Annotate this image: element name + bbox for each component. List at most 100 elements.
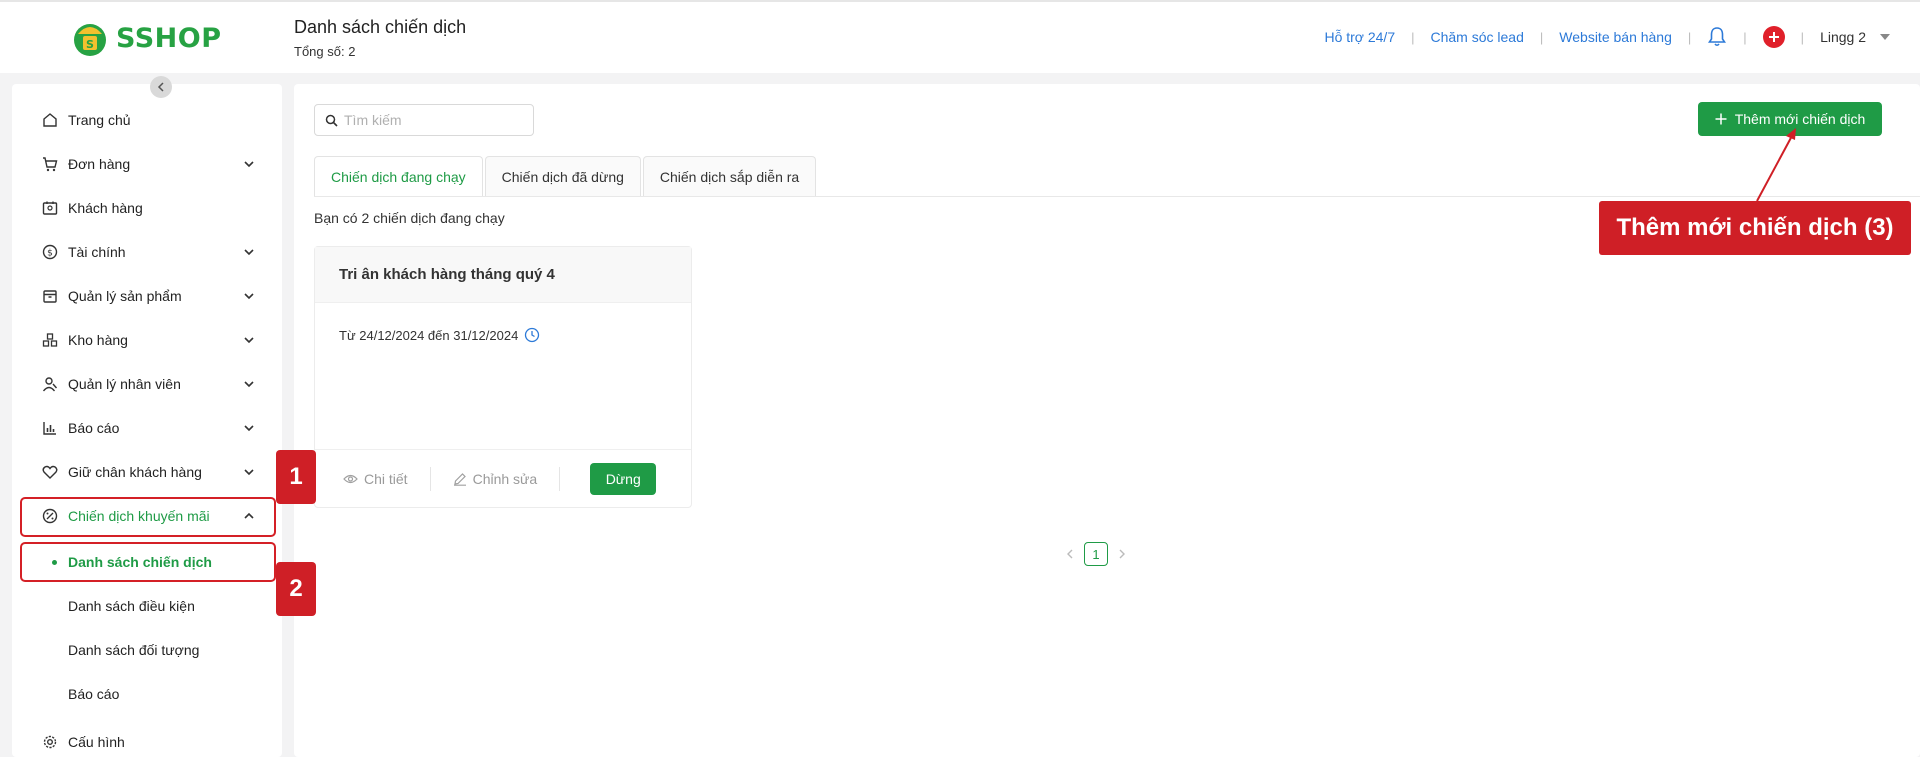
chevron-down-icon: [244, 249, 254, 256]
step-badge-2: 2: [276, 562, 316, 616]
sidebar-item-retention[interactable]: Giữ chân khách hàng: [12, 454, 282, 490]
sidebar-item-label: Quản lý nhân viên: [68, 376, 181, 392]
page-title: Danh sách chiến dịch: [294, 17, 467, 37]
sidebar-item-label: Tài chính: [68, 244, 126, 260]
highlight-promotions: [20, 497, 276, 537]
campaign-card-actions: Chi tiết Chỉnh sửa Dừng: [315, 449, 691, 507]
sidebar-item-orders[interactable]: Đơn hàng: [12, 146, 282, 182]
logo-icon: S: [74, 24, 106, 56]
sales-website-link[interactable]: Website bán hàng: [1559, 29, 1672, 45]
svg-text:$: $: [47, 249, 53, 259]
pencil-icon: [453, 472, 466, 486]
lead-care-link[interactable]: Chăm sóc lead: [1431, 29, 1524, 45]
user-menu[interactable]: Lingg 2: [1820, 29, 1890, 45]
divider: |: [1411, 29, 1415, 45]
edit-label: Chỉnh sửa: [472, 470, 538, 487]
add-campaign-label: Thêm mới chiến dịch: [1734, 111, 1866, 127]
submenu-audience-list[interactable]: Danh sách đối tượng: [12, 632, 282, 668]
sidebar-item-home[interactable]: Trang chủ: [12, 102, 282, 138]
tab-upcoming[interactable]: Chiến dịch sắp diễn ra: [642, 156, 817, 196]
chevron-left-icon: [157, 82, 164, 92]
heart-icon: [42, 465, 58, 479]
tabs-divider: [314, 196, 1920, 197]
highlight-campaign-list: [20, 542, 276, 582]
campaign-tabs: Chiến dịch đang chạy Chiến dịch đã dừng …: [314, 156, 817, 196]
page-number[interactable]: 1: [1084, 542, 1108, 566]
dollar-circle-icon: $: [42, 244, 58, 260]
top-header: S SSHOP Danh sách chiến dịch Tổng số: 2 …: [0, 0, 1920, 73]
add-campaign-button[interactable]: Thêm mới chiến dịch: [1698, 102, 1882, 136]
search-placeholder: Tìm kiếm: [344, 112, 402, 128]
sidebar-item-products[interactable]: Quản lý sản phẩm: [12, 278, 282, 314]
collapse-sidebar-button[interactable]: [150, 76, 172, 98]
campaign-card: Tri ân khách hàng tháng quý 4 Từ 24/12/2…: [314, 246, 692, 508]
submenu-report[interactable]: Báo cáo: [12, 676, 282, 712]
submenu-label: Báo cáo: [68, 686, 120, 702]
add-circle-icon[interactable]: [1762, 26, 1785, 48]
prev-page-icon[interactable]: [1066, 549, 1074, 559]
tab-stopped[interactable]: Chiến dịch đã dừng: [484, 156, 641, 196]
submenu-label: Danh sách điều kiện: [68, 598, 195, 614]
next-page-icon[interactable]: [1118, 549, 1126, 559]
sidebar-item-finance[interactable]: $ Tài chính: [12, 234, 282, 270]
sidebar-item-label: Cấu hình: [68, 734, 125, 750]
sidebar-item-settings[interactable]: Cấu hình: [12, 724, 282, 757]
home-icon: [43, 113, 57, 127]
clock-icon: [525, 327, 540, 343]
sidebar-item-customers[interactable]: Khách hàng: [12, 190, 282, 226]
sidebar-item-label: Kho hàng: [68, 332, 128, 348]
submenu-condition-list[interactable]: Danh sách điều kiện: [12, 588, 282, 624]
campaign-date-range: Từ 24/12/2024 đến 31/12/2024: [339, 327, 519, 343]
plus-icon: [1715, 113, 1727, 125]
sidebar-item-label: Báo cáo: [68, 420, 120, 436]
search-input[interactable]: Tìm kiếm: [314, 104, 534, 136]
divider: |: [1743, 29, 1747, 45]
chevron-down-icon: [244, 293, 254, 300]
divider: [429, 466, 431, 491]
support-link[interactable]: Hỗ trợ 24/7: [1324, 29, 1395, 45]
user-name: Lingg 2: [1820, 29, 1866, 45]
pagination: 1: [1066, 542, 1126, 566]
customer-card-icon: [42, 201, 58, 215]
campaign-count-text: Bạn có 2 chiến dịch đang chạy: [314, 210, 505, 226]
annotation-callout: Thêm mới chiến dịch (3): [1599, 201, 1911, 255]
main-content: Tìm kiếm Thêm mới chiến dịch Chiến dịch …: [294, 84, 1920, 757]
chevron-down-icon: [244, 425, 254, 432]
caret-down-icon: [1880, 34, 1890, 40]
staff-icon: [42, 377, 58, 392]
box-icon: [43, 290, 57, 303]
edit-button[interactable]: Chỉnh sửa: [453, 470, 538, 487]
sidebar-item-label: Giữ chân khách hàng: [68, 464, 202, 480]
detail-button[interactable]: Chi tiết: [343, 471, 408, 487]
total-count: Tổng số: 2: [294, 44, 356, 59]
divider: |: [1539, 29, 1544, 45]
eye-icon: [343, 474, 358, 483]
chevron-down-icon: [244, 337, 254, 344]
header-links: Hỗ trợ 24/7 | Chăm sóc lead | Website bá…: [1324, 26, 1890, 48]
campaign-date: Từ 24/12/2024 đến 31/12/2024: [339, 327, 540, 343]
tab-running[interactable]: Chiến dịch đang chạy: [314, 156, 483, 196]
logo-text: SSHOP: [116, 22, 222, 54]
detail-label: Chi tiết: [364, 470, 408, 487]
submenu-label: Danh sách đối tượng: [68, 642, 200, 658]
divider: [559, 466, 561, 491]
warehouse-icon: [42, 333, 58, 347]
chevron-down-icon: [244, 161, 254, 168]
sidebar-item-staff[interactable]: Quản lý nhân viên: [12, 366, 282, 402]
step-badge-1: 1: [276, 450, 316, 504]
bell-icon[interactable]: [1707, 26, 1727, 48]
chevron-down-icon: [244, 469, 254, 476]
sidebar-item-label: Trang chủ: [68, 112, 131, 128]
sidebar-item-label: Khách hàng: [68, 200, 143, 216]
divider: |: [1800, 29, 1805, 45]
logo[interactable]: S SSHOP: [70, 18, 222, 58]
sidebar-item-reports[interactable]: Báo cáo: [12, 410, 282, 446]
sidebar: Trang chủ Đơn hàng Khách hàng $ Tài chín…: [12, 84, 282, 757]
divider: |: [1687, 29, 1692, 45]
campaign-title: Tri ân khách hàng tháng quý 4: [315, 247, 691, 303]
stop-button[interactable]: Dừng: [590, 462, 657, 495]
bar-chart-icon: [43, 422, 56, 435]
svg-text:S: S: [86, 38, 94, 51]
sidebar-item-warehouse[interactable]: Kho hàng: [12, 322, 282, 358]
chevron-down-icon: [244, 381, 254, 388]
